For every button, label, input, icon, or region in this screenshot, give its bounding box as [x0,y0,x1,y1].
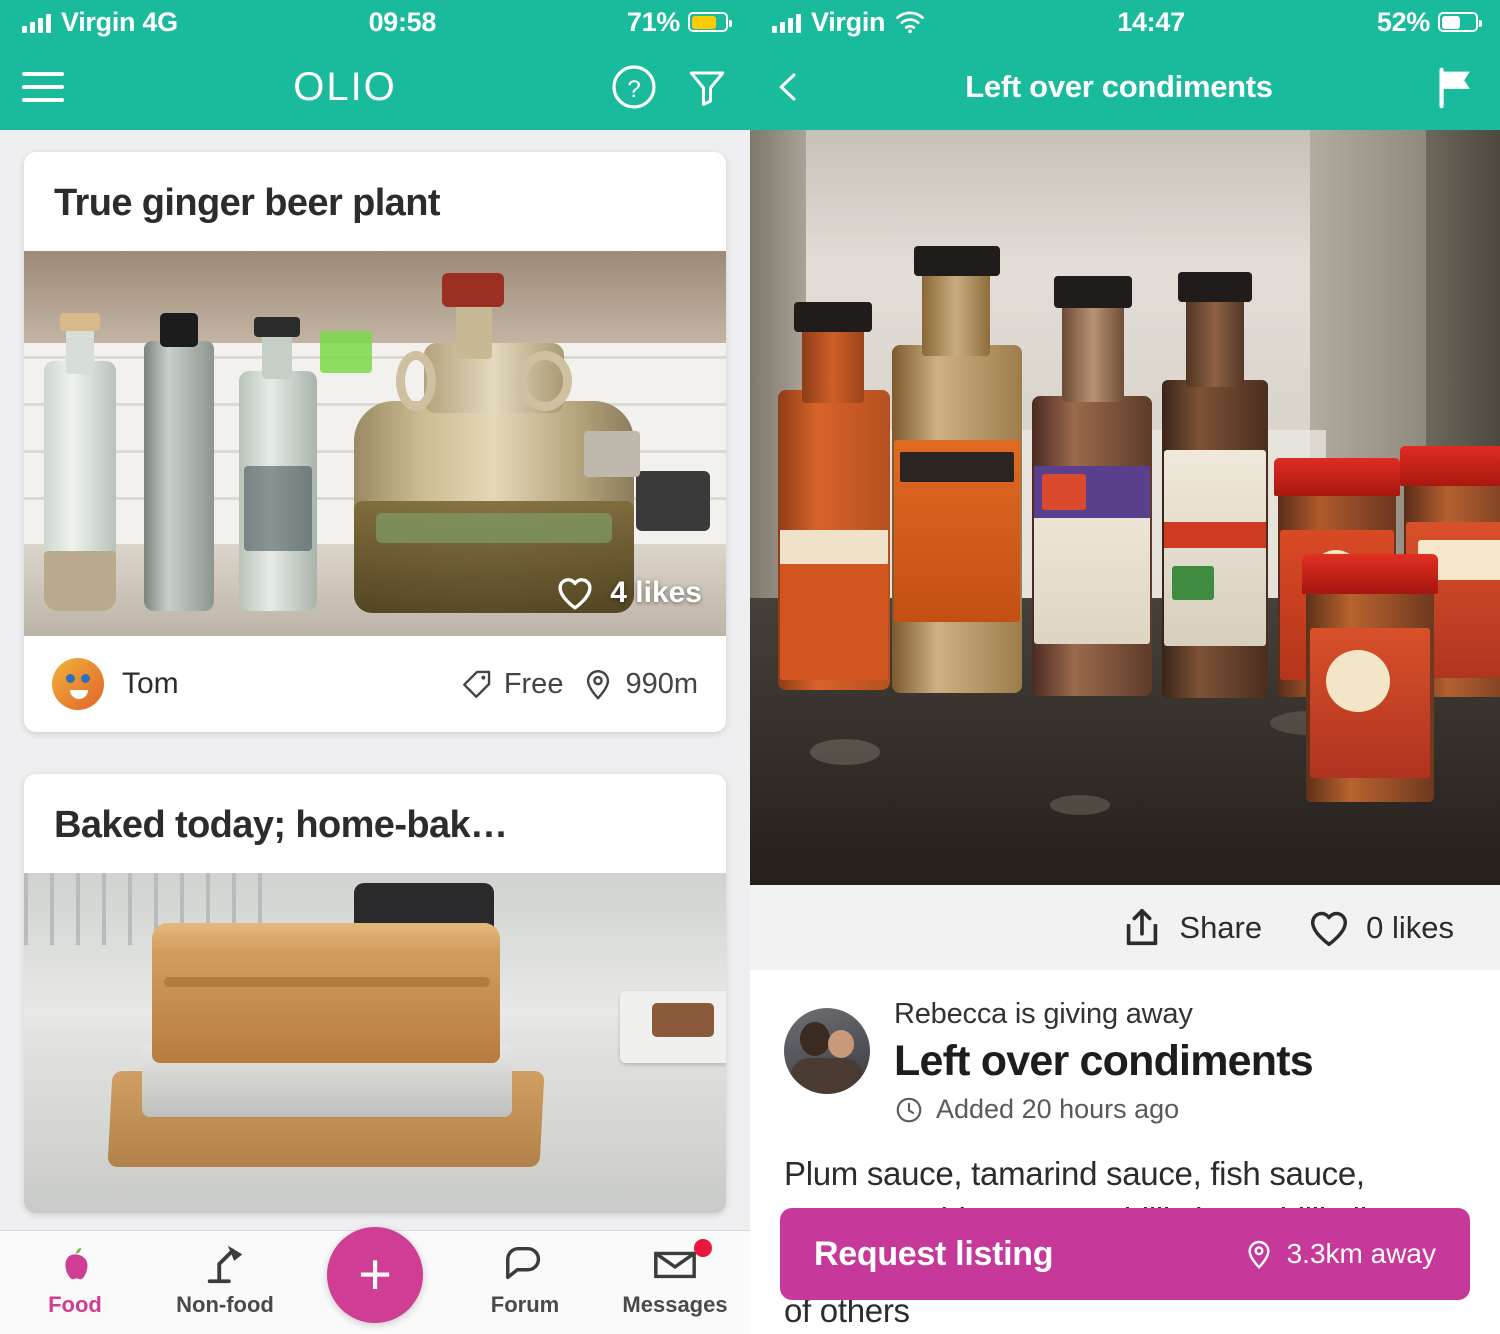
right-status-right: 52% [1376,6,1482,38]
right-status-bar: Virgin 14:47 52% [750,0,1500,44]
tab-food[interactable]: Food [0,1241,150,1318]
listing-action-row: Share 0 likes [750,885,1500,970]
right-screen-listing-detail: Virgin 14:47 52% Left over condiments Sh… [750,0,1500,1334]
page-title: Left over condiments [965,69,1273,104]
add-plus-icon[interactable]: + [327,1227,423,1323]
share-export-icon [1127,908,1158,945]
request-listing-button[interactable]: Request listing 3.3km away [780,1208,1470,1300]
listing-distance-label: 990m [625,667,698,700]
user-avatar[interactable] [52,658,104,710]
listing-card-meta: Free 990m [460,667,698,701]
tab-forum[interactable]: Forum [450,1241,600,1318]
listing-photo-condiment-bottles[interactable] [750,130,1500,885]
listing-distance: 990m [581,667,698,701]
giving-away-label: Rebecca is giving away [894,998,1193,1030]
listing-photo-ginger-beer-plant[interactable]: 4 likes [24,251,726,636]
request-distance-label: 3.3km away [1286,1238,1436,1269]
listing-feed[interactable]: True ginger beer plant 4 likes Tom Free … [0,130,750,1334]
listing-card-title: Baked today; home-bak… [54,804,508,846]
battery-percent-label: 71% [626,6,680,37]
listing-owner-text: Rebecca is giving away Left over condime… [894,998,1314,1125]
carrier-label: Virgin 4G [61,6,178,37]
tab-forum-label: Forum [490,1292,560,1317]
hamburger-menu-icon[interactable] [22,72,64,102]
speech-bubbles-icon [506,1246,541,1280]
tab-non-food-label: Non-food [176,1292,274,1317]
listing-card-title: True ginger beer plant [54,182,440,224]
clock-icon [896,1097,922,1122]
report-flag-icon[interactable] [1432,63,1478,111]
request-distance: 3.3km away [1243,1238,1436,1270]
share-label: Share [1179,909,1263,945]
heart-outline-icon [1311,911,1348,946]
right-nav-bar: Left over condiments [750,44,1500,130]
envelope-icon [654,1251,696,1279]
listing-likes-label: 4 likes [610,576,702,609]
left-nav-bar: OLIO ? [0,44,750,130]
olio-logo: OLIO [293,64,397,109]
listing-card[interactable]: Baked today; home-bak… [24,774,726,1213]
right-status-left: Virgin [772,7,925,38]
bottom-tab-bar[interactable]: Food Non-food + Forum Messages [0,1227,750,1334]
listing-added-label: Added 20 hours ago [936,1094,1180,1124]
tab-add-listing[interactable]: + [300,1227,450,1323]
listing-card-footer: Tom Free 990m [24,636,726,732]
tab-food-label: Food [48,1292,102,1317]
left-status-left: Virgin 4G [22,7,178,38]
like-button[interactable]: 0 likes [1306,905,1454,951]
wifi-icon [896,11,925,34]
cellular-signal-icon [22,11,51,33]
price-tag-icon [462,670,491,698]
likes-count-label: 0 likes [1366,909,1454,945]
cellular-signal-icon [772,11,801,33]
user-avatar-rebecca[interactable] [784,1008,870,1094]
clock-label: 09:58 [368,6,437,37]
apple-icon [65,1247,88,1280]
filter-funnel-icon[interactable] [686,64,728,110]
battery-icon [688,12,732,32]
left-status-right: 71% [626,6,732,38]
listing-owner-row: Rebecca is giving away Left over condime… [784,998,1466,1125]
unread-badge [694,1239,712,1257]
heart-outline-icon [558,578,592,610]
listing-detail-title: Left over condiments [894,1037,1314,1085]
request-listing-label: Request listing [814,1234,1054,1273]
listing-price: Free [460,667,564,701]
share-button[interactable]: Share [1119,905,1262,951]
left-screen-feed: Virgin 4G 09:58 71% OLIO ? True ginger b… [0,0,750,1334]
battery-icon [1438,12,1482,32]
location-pin-icon [587,670,610,700]
question-mark-circle-icon[interactable]: ? [610,63,658,111]
listing-photo-homemade-bread[interactable] [24,873,726,1213]
tab-messages[interactable]: Messages [600,1239,750,1318]
chevron-left-back-icon[interactable] [772,61,806,113]
clock-label: 14:47 [1117,6,1185,37]
tab-messages-label: Messages [622,1292,728,1317]
left-status-bar: Virgin 4G 09:58 71% [0,0,750,44]
tab-non-food[interactable]: Non-food [150,1241,300,1318]
listing-added-row: Added 20 hours ago [894,1094,1313,1125]
location-pin-icon [1248,1240,1270,1270]
carrier-label: Virgin [811,6,886,37]
listing-card[interactable]: True ginger beer plant 4 likes Tom Free … [24,152,726,732]
listing-author-name[interactable]: Tom [122,667,179,701]
battery-percent-label: 52% [1376,6,1430,37]
listing-likes[interactable]: 4 likes [554,572,702,614]
svg-text:?: ? [627,76,640,103]
left-nav-icons: ? [610,63,728,111]
listing-price-label: Free [503,667,564,700]
desk-lamp-icon [207,1245,243,1284]
